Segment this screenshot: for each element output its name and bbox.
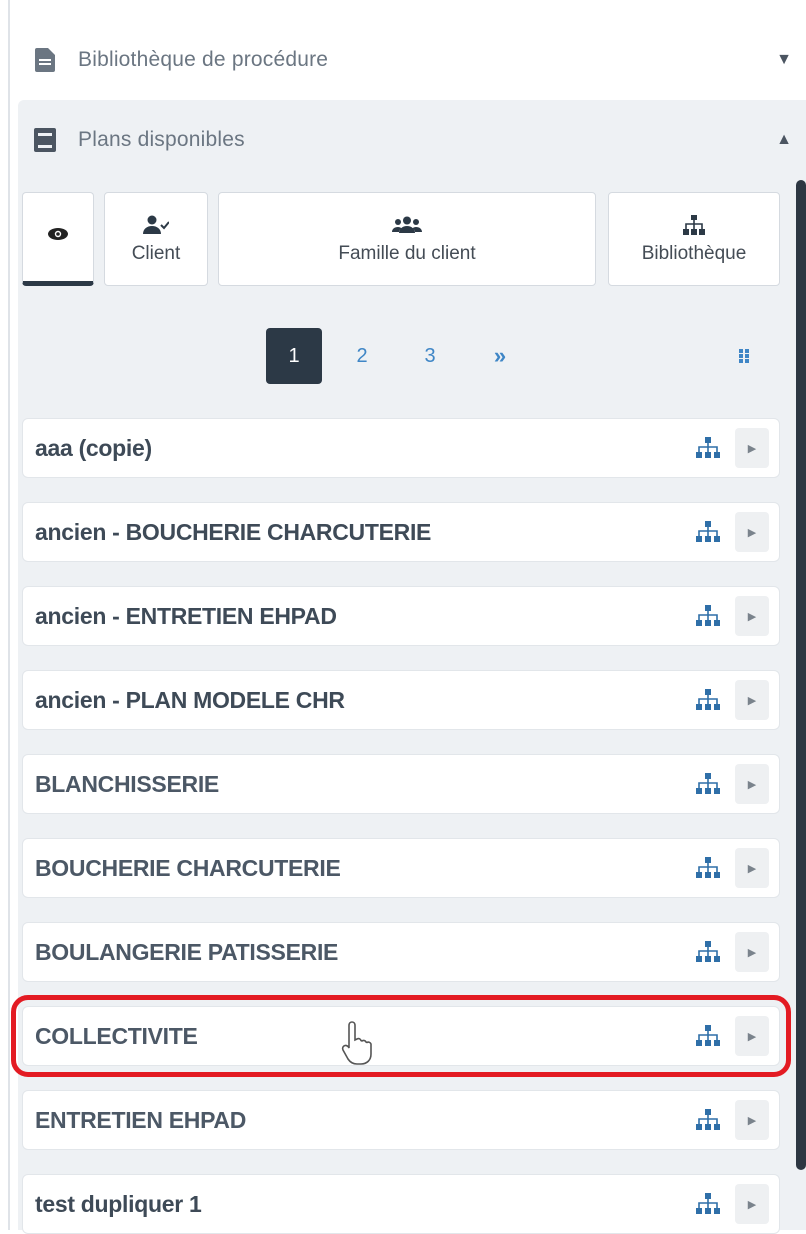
- caret-right-icon[interactable]: ▶: [735, 932, 769, 972]
- filter-library-button[interactable]: Bibliothèque: [608, 192, 780, 286]
- panel-left-border: [8, 0, 10, 1230]
- plan-row[interactable]: ancien - PLAN MODELE CHR ▶: [22, 670, 780, 730]
- plan-row[interactable]: ancien - BOUCHERIE CHARCUTERIE ▶: [22, 502, 780, 562]
- caret-right-icon[interactable]: ▶: [735, 512, 769, 552]
- file-icon: [34, 48, 56, 72]
- plan-row-highlighted[interactable]: COLLECTIVITE ▶: [11, 995, 791, 1077]
- caret-right-icon[interactable]: ▶: [735, 848, 769, 888]
- plan-name: BLANCHISSERIE: [35, 770, 219, 797]
- sitemap-icon[interactable]: [695, 941, 721, 963]
- users-icon: [392, 213, 422, 237]
- plan-row[interactable]: BOUCHERIE CHARCUTERIE ▶: [22, 838, 780, 898]
- filter-eye-button[interactable]: [22, 192, 94, 286]
- section-title: Bibliothèque de procédure: [78, 48, 329, 71]
- filter-label: Famille du client: [338, 243, 476, 264]
- filter-label: Bibliothèque: [641, 243, 747, 264]
- plan-row[interactable]: ancien - ENTRETIEN EHPAD ▶: [22, 586, 780, 646]
- grid-view-icon[interactable]: [730, 340, 762, 372]
- plan-row[interactable]: test dupliquer 1 ▶: [22, 1174, 780, 1234]
- plan-name: BOULANGERIE PATISSERIE: [35, 938, 339, 965]
- sitemap-icon[interactable]: [695, 1025, 721, 1047]
- sitemap-icon[interactable]: [695, 605, 721, 627]
- plan-name: test dupliquer 1: [35, 1190, 202, 1217]
- plan-row[interactable]: ENTRETIEN EHPAD ▶: [22, 1090, 780, 1150]
- caret-right-icon[interactable]: ▶: [735, 764, 769, 804]
- sitemap-icon: [683, 213, 705, 237]
- sitemap-icon[interactable]: [695, 689, 721, 711]
- sitemap-icon[interactable]: [695, 857, 721, 879]
- plan-name: ancien - BOUCHERIE CHARCUTERIE: [35, 518, 432, 545]
- caret-right-icon[interactable]: ▶: [735, 596, 769, 636]
- plan-name: ancien - ENTRETIEN EHPAD: [35, 602, 337, 629]
- pagination-page-3[interactable]: 3: [402, 328, 458, 384]
- chevron-up-icon[interactable]: ▲: [776, 131, 792, 149]
- sitemap-icon[interactable]: [695, 1109, 721, 1131]
- plan-name: COLLECTIVITE: [35, 1022, 198, 1049]
- plan-row[interactable]: aaa (copie) ▶: [22, 418, 780, 478]
- filter-family-button[interactable]: Famille du client: [218, 192, 596, 286]
- plan-name: BOUCHERIE CHARCUTERIE: [35, 854, 341, 881]
- chevron-down-icon[interactable]: ▼: [776, 51, 792, 69]
- section-available-plans[interactable]: Plans disponibles ▲: [22, 104, 806, 176]
- caret-right-icon[interactable]: ▶: [735, 1100, 769, 1140]
- caret-right-icon[interactable]: ▶: [735, 680, 769, 720]
- pagination-next[interactable]: »: [472, 328, 528, 384]
- plan-row[interactable]: BLANCHISSERIE ▶: [22, 754, 780, 814]
- sitemap-icon[interactable]: [695, 1193, 721, 1215]
- scrollbar[interactable]: [796, 180, 806, 1170]
- book-icon: [34, 128, 56, 152]
- caret-right-icon[interactable]: ▶: [735, 428, 769, 468]
- filter-client-button[interactable]: Client: [104, 192, 208, 286]
- section-title: Plans disponibles: [78, 128, 245, 151]
- sitemap-icon[interactable]: [695, 521, 721, 543]
- caret-right-icon[interactable]: ▶: [735, 1184, 769, 1224]
- plan-name: aaa (copie): [35, 434, 152, 461]
- pagination-page-2[interactable]: 2: [334, 328, 390, 384]
- filter-label: Client: [131, 243, 181, 264]
- sitemap-icon[interactable]: [695, 437, 721, 459]
- section-procedure-library[interactable]: Bibliothèque de procédure ▼: [22, 24, 806, 96]
- sitemap-icon[interactable]: [695, 773, 721, 795]
- eye-icon: [47, 222, 69, 246]
- plan-row[interactable]: BOULANGERIE PATISSERIE ▶: [22, 922, 780, 982]
- plan-name: ENTRETIEN EHPAD: [35, 1106, 247, 1133]
- hand-cursor-icon: [341, 1021, 372, 1065]
- user-check-icon: [143, 213, 169, 237]
- plan-name: ancien - PLAN MODELE CHR: [35, 686, 345, 713]
- caret-right-icon[interactable]: ▶: [735, 1016, 769, 1056]
- pagination-page-1[interactable]: 1: [266, 328, 322, 384]
